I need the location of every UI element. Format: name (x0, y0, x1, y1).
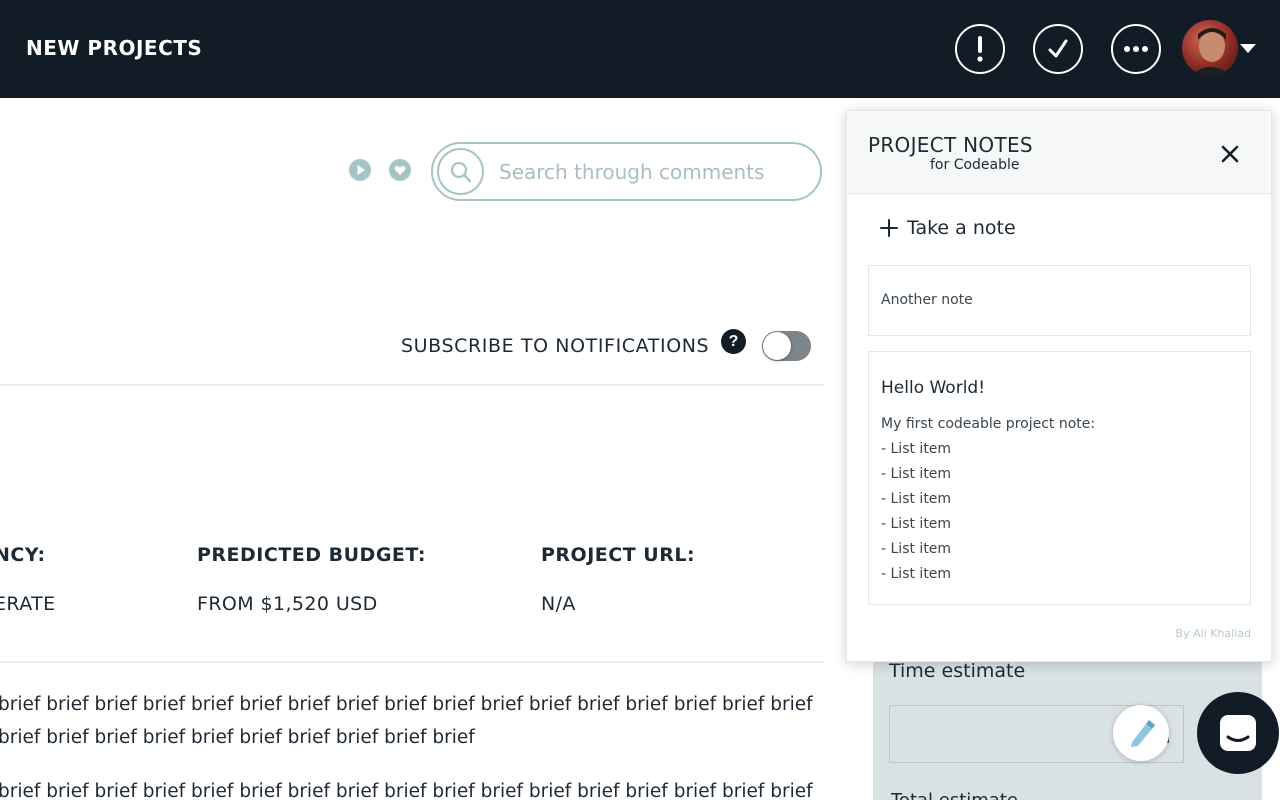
note-heading: Hello World! (881, 378, 986, 398)
time-estimate-title: Time estimate (889, 660, 1026, 682)
note-line: - List item (881, 541, 952, 557)
note-card[interactable]: Hello World! My first codeable project n… (868, 351, 1251, 605)
close-icon[interactable] (1217, 141, 1243, 167)
note-line: - List item (881, 491, 952, 507)
notes-title: PROJECT NOTES (868, 133, 1033, 157)
divider (0, 384, 824, 386)
note-line: - List item (881, 516, 952, 532)
brief-line: brief brief brief brief brief brief brie… (0, 727, 475, 748)
detail-label-budget: PREDICTED BUDGET: (197, 544, 426, 566)
pencil-icon (1131, 720, 1155, 747)
brief-line: brief brief brief brief brief brief brie… (0, 781, 813, 800)
note-line: - List item (881, 466, 952, 482)
detail-value-budget: FROM $1,520 USD (197, 593, 378, 615)
chat-button[interactable] (1197, 692, 1279, 774)
note-card[interactable]: Another note (868, 265, 1251, 336)
note-text: Another note (881, 292, 973, 308)
ellipsis-icon (1124, 46, 1148, 52)
more-button[interactable] (1111, 24, 1161, 74)
chevron-down-icon[interactable] (1240, 44, 1256, 53)
brief-line: brief brief brief brief brief brief brie… (0, 694, 813, 715)
note-body: My first codeable project note: - List i… (881, 412, 1095, 587)
top-bar: NEW PROJECTS (0, 0, 1280, 98)
comment-search (431, 142, 822, 201)
page-title: NEW PROJECTS (26, 36, 203, 60)
check-icon (1048, 39, 1068, 58)
subscribe-label: SUBSCRIBE TO NOTIFICATIONS (401, 335, 710, 357)
note-line: My first codeable project note: (881, 416, 1096, 432)
note-line: - List item (881, 566, 952, 582)
search-input[interactable] (499, 158, 799, 186)
edit-note-button[interactable] (1113, 705, 1169, 761)
note-line: - List item (881, 441, 952, 457)
divider (0, 661, 824, 663)
notes-credit: By Ali Khallad (1175, 627, 1251, 640)
play-icon[interactable] (348, 158, 372, 182)
detail-label-urgency: NCY: (0, 544, 46, 566)
user-avatar-icon (1190, 28, 1232, 76)
toggle-knob (763, 332, 791, 360)
heart-icon[interactable] (388, 158, 412, 182)
plus-icon (880, 219, 898, 237)
notes-subtitle: for Codeable (930, 157, 1020, 173)
search-icon[interactable] (437, 148, 484, 195)
avatar[interactable] (1182, 20, 1238, 76)
detail-value-urgency: ERATE (0, 593, 56, 615)
done-button[interactable] (1033, 24, 1083, 74)
help-icon[interactable]: ? (721, 329, 746, 354)
project-notes-panel: PROJECT NOTES for Codeable Take a note A… (846, 110, 1272, 662)
chat-icon (1220, 715, 1256, 751)
take-note-button[interactable]: Take a note (879, 217, 1016, 239)
notifications-toggle[interactable] (762, 331, 811, 361)
exclamation-icon (977, 36, 983, 62)
notes-header: PROJECT NOTES for Codeable (847, 111, 1271, 194)
take-note-label: Take a note (907, 217, 1016, 239)
alert-button[interactable] (955, 24, 1005, 74)
detail-label-url: PROJECT URL: (541, 544, 696, 566)
total-estimate-label: Total estimate (891, 790, 1018, 800)
detail-value-url: N/A (541, 593, 576, 615)
